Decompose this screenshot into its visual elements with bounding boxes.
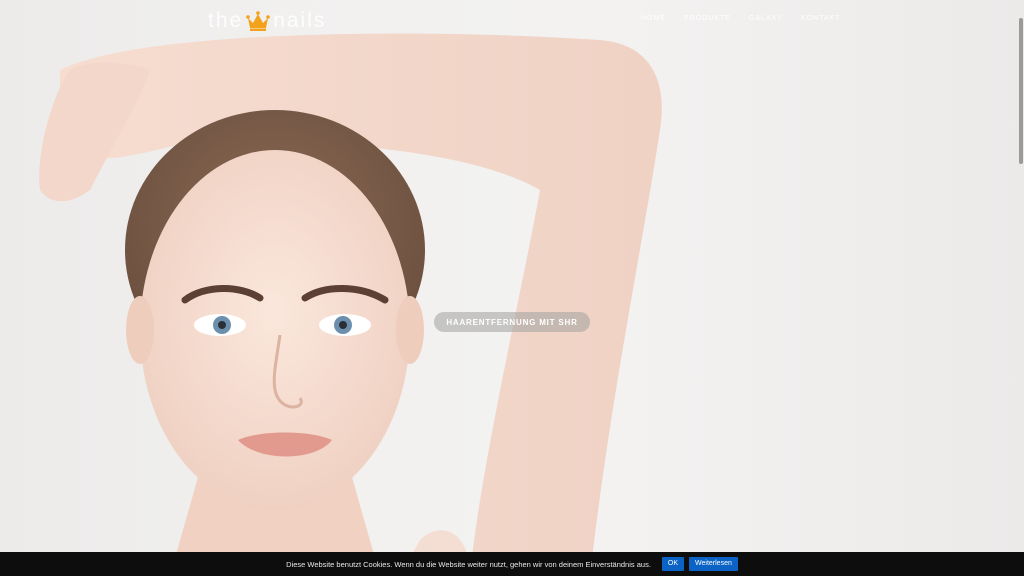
cookie-message: Diese Website benutzt Cookies. Wenn du d… [286, 559, 651, 569]
logo-word-right: nails [273, 9, 327, 32]
nav-item-galaxy[interactable]: GALAXY [740, 15, 792, 22]
page-scrollbar[interactable] [1019, 18, 1023, 164]
hero-portrait-image [39, 33, 662, 576]
cookie-read-more-button[interactable]: Weiterlesen [689, 557, 738, 571]
hero-cta-button[interactable]: HAARENTFERNUNG MIT SHR [434, 312, 590, 332]
cookie-consent-bar: Diese Website benutzt Cookies. Wenn du d… [0, 552, 1024, 576]
hero-background [0, 0, 1024, 576]
nav-item-kontakt[interactable]: KONTAKT [792, 15, 850, 22]
nav-item-home[interactable]: HOME [632, 15, 675, 22]
crown-icon [245, 10, 271, 32]
main-navigation: HOME PRODUKTE GALAXY KONTAKT [632, 15, 849, 22]
logo-word-left: the [208, 9, 244, 32]
site-logo[interactable]: the nails [208, 8, 326, 34]
nav-item-produkte[interactable]: PRODUKTE [675, 15, 740, 22]
cookie-ok-button[interactable]: OK [661, 557, 685, 571]
